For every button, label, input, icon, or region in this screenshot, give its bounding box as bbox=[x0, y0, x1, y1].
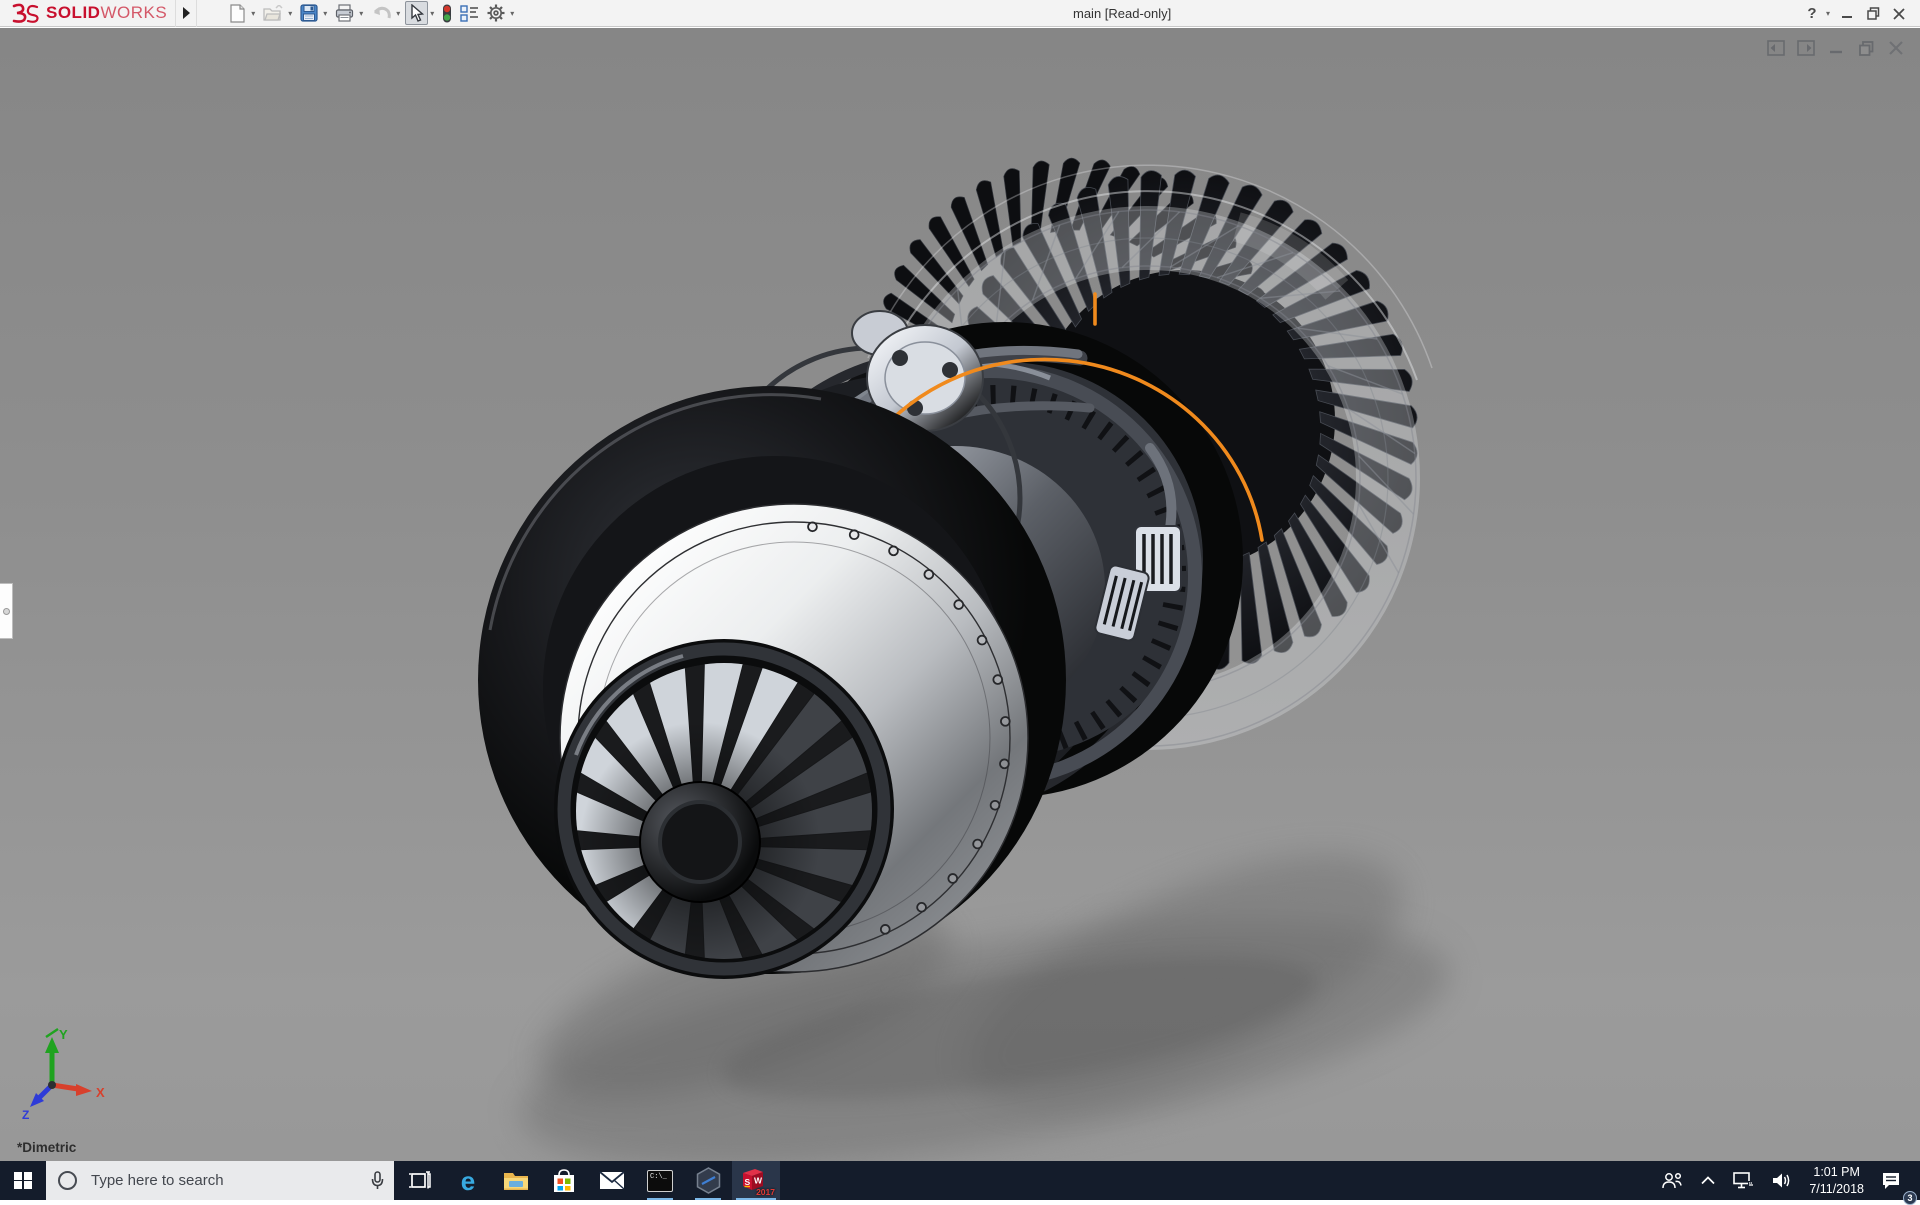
help-dropdown-caret[interactable]: ▾ bbox=[1825, 9, 1834, 18]
mail-icon[interactable] bbox=[588, 1161, 636, 1200]
view-orientation-label: *Dimetric bbox=[17, 1140, 76, 1155]
chevron-up-icon[interactable] bbox=[1692, 1161, 1724, 1200]
clock-time: 1:01 PM bbox=[1809, 1164, 1864, 1180]
select-dropdown-caret[interactable]: ▾ bbox=[429, 9, 438, 18]
new-document-icon[interactable] bbox=[226, 1, 249, 25]
graphics-viewport[interactable]: Y X Z *Dimetric bbox=[0, 28, 1920, 1161]
triad-y-label: Y bbox=[59, 1027, 68, 1042]
close-icon[interactable] bbox=[1886, 0, 1912, 27]
store-icon[interactable] bbox=[540, 1161, 588, 1200]
file-explorer-icon[interactable] bbox=[492, 1161, 540, 1200]
edge-icon[interactable]: e bbox=[444, 1161, 492, 1200]
solidworks-2017-icon[interactable]: SW 2017 bbox=[732, 1161, 780, 1200]
display-pane-icon[interactable] bbox=[457, 1, 482, 25]
undo-icon[interactable] bbox=[368, 1, 394, 25]
document-title: main [Read-only] bbox=[1073, 0, 1171, 27]
cortana-search-icon bbox=[58, 1171, 77, 1190]
document-window-controls bbox=[1766, 38, 1906, 58]
hexagon-app-icon[interactable] bbox=[684, 1161, 732, 1200]
taskbar-clock[interactable]: 1:01 PM 7/11/2018 bbox=[1801, 1164, 1872, 1197]
settings-gear-icon[interactable] bbox=[484, 1, 508, 25]
taskbar-search[interactable] bbox=[46, 1161, 394, 1200]
microphone-icon[interactable] bbox=[371, 1171, 384, 1190]
orientation-triad: Y X Z bbox=[14, 1023, 110, 1119]
new-dropdown-caret[interactable]: ▾ bbox=[250, 9, 259, 18]
svg-text:W: W bbox=[754, 1175, 763, 1185]
stoplight-icon[interactable] bbox=[439, 1, 455, 25]
svg-text:S: S bbox=[745, 1177, 751, 1187]
brand-wordmark: SOLIDWORKS bbox=[46, 3, 167, 23]
clock-date: 7/11/2018 bbox=[1809, 1181, 1864, 1197]
window-controls: ? ▾ bbox=[1799, 0, 1912, 27]
pane-expand-right-icon[interactable] bbox=[1796, 38, 1816, 58]
minimize-icon[interactable] bbox=[1826, 38, 1846, 58]
minimize-icon[interactable] bbox=[1834, 0, 1860, 27]
select-cursor-icon[interactable] bbox=[405, 1, 428, 25]
notification-badge: 3 bbox=[1903, 1191, 1917, 1205]
people-icon[interactable] bbox=[1652, 1161, 1692, 1200]
taskbar-apps: e C:\_ SW 2017 bbox=[396, 1161, 780, 1200]
ds-logo-icon bbox=[10, 3, 40, 23]
command-prompt-icon[interactable]: C:\_ bbox=[636, 1161, 684, 1200]
collapsed-panel-tab[interactable] bbox=[0, 583, 13, 639]
volume-icon[interactable] bbox=[1763, 1161, 1801, 1200]
settings-dropdown-caret[interactable]: ▾ bbox=[509, 9, 518, 18]
open-icon[interactable] bbox=[260, 1, 286, 25]
save-dropdown-caret[interactable]: ▾ bbox=[322, 9, 331, 18]
network-icon[interactable] bbox=[1724, 1161, 1763, 1200]
triad-z-label: Z bbox=[22, 1108, 29, 1119]
print-dropdown-caret[interactable]: ▾ bbox=[358, 9, 367, 18]
close-icon[interactable] bbox=[1886, 38, 1906, 58]
solidworks-brand: SOLIDWORKS bbox=[0, 0, 175, 26]
undo-dropdown-caret[interactable]: ▾ bbox=[395, 9, 404, 18]
panel-tab-icon bbox=[3, 608, 10, 615]
action-center-icon[interactable]: 3 bbox=[1872, 1161, 1910, 1200]
save-icon[interactable] bbox=[297, 1, 321, 25]
task-view-icon[interactable] bbox=[396, 1161, 444, 1200]
flyout-expand-icon[interactable] bbox=[175, 0, 197, 27]
restore-icon[interactable] bbox=[1856, 38, 1876, 58]
start-icon[interactable] bbox=[0, 1161, 46, 1200]
engine-3d-model[interactable] bbox=[0, 28, 1920, 1161]
nozzle-opening bbox=[554, 639, 894, 979]
system-tray: 1:01 PM 7/11/2018 3 bbox=[1652, 1161, 1920, 1200]
titlebar: SOLIDWORKS ▾ ▾ ▾ ▾ ▾ ▾ ▾ main bbox=[0, 0, 1920, 27]
taskbar: e C:\_ SW 2017 bbox=[0, 1161, 1920, 1200]
help-icon[interactable]: ? bbox=[1799, 0, 1825, 27]
open-dropdown-caret[interactable]: ▾ bbox=[287, 9, 296, 18]
print-icon[interactable] bbox=[332, 1, 357, 25]
search-input[interactable] bbox=[91, 1172, 371, 1189]
restore-icon[interactable] bbox=[1860, 0, 1886, 27]
pane-collapse-left-icon[interactable] bbox=[1766, 38, 1786, 58]
standard-toolbar: ▾ ▾ ▾ ▾ ▾ ▾ ▾ bbox=[225, 0, 518, 26]
triad-x-label: X bbox=[96, 1085, 105, 1100]
